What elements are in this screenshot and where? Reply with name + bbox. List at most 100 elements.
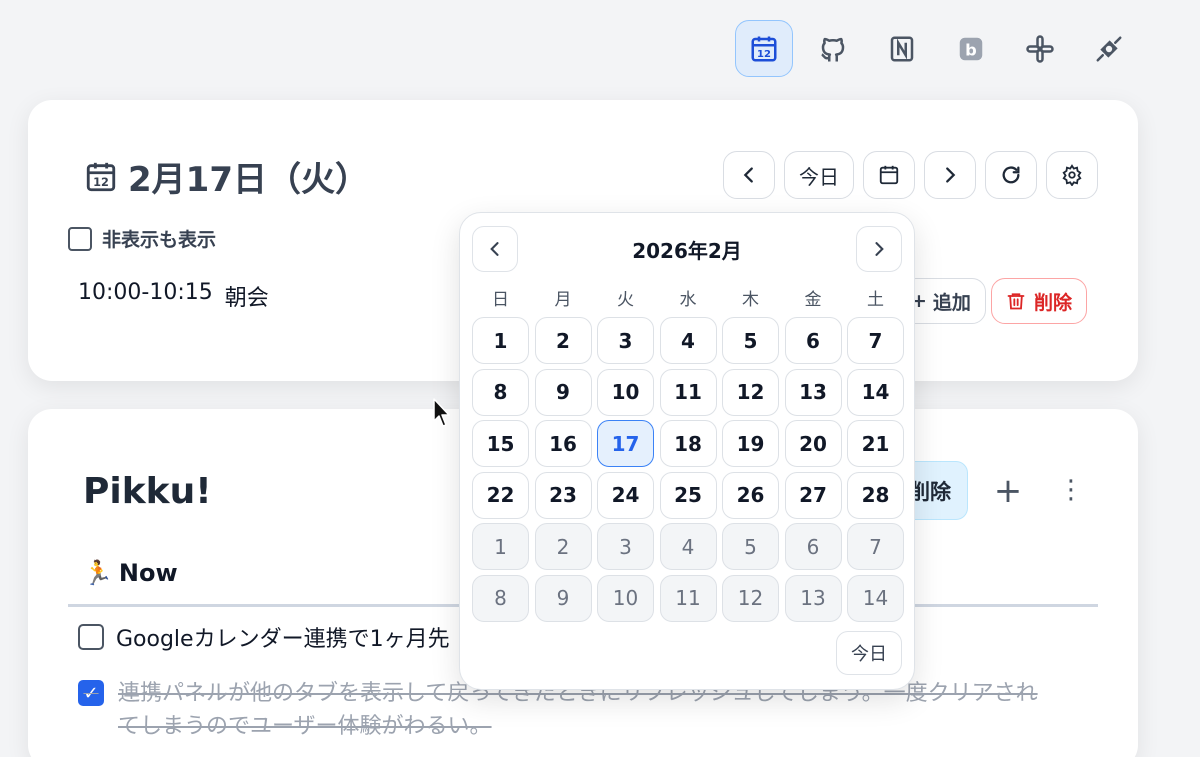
day-cell-next-month[interactable]: 9: [534, 574, 592, 622]
todo-text[interactable]: Googleカレンダー連携で1ヶ月先: [116, 621, 450, 653]
day-cell[interactable]: 9: [534, 368, 592, 416]
todo-checkbox-checked[interactable]: ✓: [78, 680, 104, 706]
day-cell[interactable]: 4: [659, 317, 717, 364]
day-cell-next-month[interactable]: 2: [534, 523, 592, 570]
weekday-label: 日: [492, 290, 509, 310]
prev-month-button[interactable]: [472, 226, 518, 272]
add-label: 追加: [932, 291, 971, 314]
today-button[interactable]: 今日: [784, 151, 854, 199]
day-cell[interactable]: 23: [534, 471, 592, 519]
day-cell[interactable]: 26: [722, 471, 779, 519]
runner-emoji-icon: 🏃: [83, 559, 113, 587]
next-day-button[interactable]: [924, 151, 976, 199]
notion-icon: [890, 36, 914, 61]
day-cell-next-month[interactable]: 13: [784, 574, 842, 622]
delete-label: 削除: [1034, 291, 1073, 314]
day-cell[interactable]: 11: [659, 368, 717, 416]
bookmark-b-icon: b: [959, 37, 983, 60]
event-title: 朝会: [224, 286, 269, 311]
day-cell-next-month[interactable]: 5: [722, 523, 779, 570]
event-time: 10:00-10:15: [78, 280, 213, 305]
day-cell[interactable]: 18: [659, 420, 717, 467]
day-cell-next-month[interactable]: 11: [659, 574, 717, 622]
show-hidden-label: 非表示も表示: [102, 229, 217, 251]
day-cell[interactable]: 3: [597, 317, 654, 364]
date-title-text: 2月17日（火）: [128, 160, 369, 200]
day-cell[interactable]: 27: [784, 471, 842, 519]
day-cell[interactable]: 22: [472, 471, 529, 519]
more-menu-button[interactable]: ⋮: [1058, 471, 1084, 509]
section-label: Now: [118, 559, 178, 587]
next-month-button[interactable]: [856, 226, 902, 272]
day-cell[interactable]: 5: [722, 317, 779, 364]
github-tab[interactable]: [804, 20, 862, 77]
day-cell-next-month[interactable]: 8: [472, 574, 529, 622]
day-cell[interactable]: 13: [784, 368, 842, 416]
day-cell[interactable]: 1: [472, 317, 529, 364]
day-cell[interactable]: 8: [472, 368, 529, 416]
weekday-label: 月: [554, 290, 572, 310]
day-cell[interactable]: 20: [784, 420, 842, 467]
calendar-tab[interactable]: 12: [735, 20, 793, 77]
day-cell-selected[interactable]: 17: [597, 420, 654, 467]
date-nav: 今日: [723, 151, 1098, 199]
prev-day-button[interactable]: [723, 151, 775, 199]
notion-tab[interactable]: [873, 20, 931, 77]
day-cell-next-month[interactable]: 7: [847, 523, 904, 570]
calendar-icon: 12: [86, 162, 116, 191]
day-cell-next-month[interactable]: 14: [847, 574, 904, 622]
day-cell[interactable]: 14: [847, 368, 904, 416]
refresh-icon: [1002, 166, 1020, 184]
day-cell-next-month[interactable]: 6: [784, 523, 842, 570]
mouse-cursor-icon: [433, 398, 450, 427]
day-cell[interactable]: 12: [722, 368, 779, 416]
show-hidden-toggle[interactable]: 非表示も表示: [68, 225, 216, 252]
delete-event-button[interactable]: 削除: [991, 278, 1088, 324]
weekday-label: 土: [867, 290, 884, 310]
month-title: 2026年2月: [632, 238, 742, 263]
day-cell[interactable]: 24: [597, 471, 654, 519]
gear-icon: [1062, 164, 1082, 186]
refresh-button[interactable]: [985, 151, 1037, 199]
plugin-icon: [1096, 36, 1122, 61]
day-cell-next-month[interactable]: 12: [722, 574, 779, 622]
day-cell-next-month[interactable]: 4: [659, 523, 717, 570]
day-cell[interactable]: 6: [784, 317, 842, 364]
calendar-icon: 12: [751, 36, 777, 61]
day-cell[interactable]: 2: [534, 317, 592, 364]
show-hidden-checkbox[interactable]: [68, 226, 92, 251]
day-cell[interactable]: 15: [472, 420, 529, 467]
day-cell-next-month[interactable]: 3: [597, 523, 654, 570]
day-grid: 1 2 3 4 5 6 7 8 9 10 11 12 13 14 15 16 17 18 19 20 21 22 23 24 2…: [472, 317, 904, 622]
todo-checkbox[interactable]: [78, 624, 104, 650]
day-cell-next-month[interactable]: 10: [597, 574, 654, 622]
day-cell[interactable]: 19: [722, 420, 779, 467]
settings-button[interactable]: [1046, 151, 1098, 199]
day-cell[interactable]: 10: [597, 368, 654, 416]
bookmark-tab[interactable]: b: [942, 20, 1000, 77]
day-cell[interactable]: 28: [847, 471, 904, 519]
day-cell[interactable]: 25: [659, 471, 717, 519]
weekday-label: 水: [679, 290, 697, 310]
open-date-picker-button[interactable]: [863, 151, 915, 199]
chevron-left-icon: [490, 242, 499, 256]
day-cell[interactable]: 7: [847, 317, 904, 364]
integration-toolbar: 12 b: [735, 20, 1138, 77]
chevron-left-icon: [743, 167, 753, 183]
picker-today-button[interactable]: 今日: [836, 631, 902, 675]
event-item[interactable]: 10:00-10:15 朝会: [78, 280, 269, 312]
pikku-title: Pikku!: [83, 471, 212, 512]
day-cell-next-month[interactable]: 1: [472, 523, 529, 570]
weekday-label: 木: [742, 290, 759, 310]
day-cell[interactable]: 21: [847, 420, 904, 467]
svg-text:b: b: [965, 40, 977, 59]
trash-icon: [1007, 293, 1025, 310]
weekday-label: 火: [617, 290, 634, 310]
date-picker-header: 2026年2月: [472, 225, 902, 273]
plugin-tab[interactable]: [1080, 20, 1138, 77]
day-cell[interactable]: 16: [534, 420, 592, 467]
date-heading: 12 2月17日（火）: [84, 152, 369, 201]
svg-text:12: 12: [757, 49, 771, 60]
slack-tab[interactable]: [1011, 20, 1069, 77]
add-task-button[interactable]: +: [988, 471, 1028, 511]
